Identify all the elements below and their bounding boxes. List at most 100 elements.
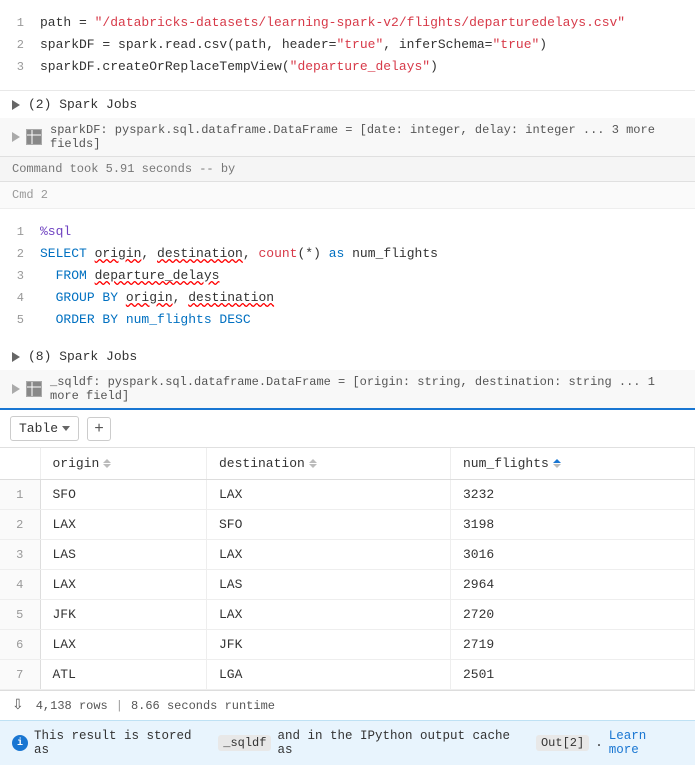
- table-row: 6LAXJFK2719: [0, 630, 695, 660]
- code-string: "/databricks-datasets/learning-spark-v2/…: [95, 15, 626, 30]
- rows-count: 4,138 rows: [36, 699, 108, 713]
- cell-num-flights: 2720: [450, 600, 694, 630]
- cell-origin: SFO: [40, 480, 206, 510]
- code-plain: , inferSchema=: [383, 37, 492, 52]
- info-bar: i This result is stored as _sqldf and in…: [0, 720, 695, 765]
- code-lines-2: 1 %sql 2 SELECT origin, destination, cou…: [0, 217, 695, 335]
- cell-rownum: 2: [0, 510, 40, 540]
- cell-rownum: 5: [0, 600, 40, 630]
- sql-line-num-3: 3: [0, 266, 40, 286]
- cell-origin: LAX: [40, 510, 206, 540]
- cell-destination: SFO: [206, 510, 450, 540]
- sql-content-2: SELECT origin, destination, count(*) as …: [40, 244, 695, 264]
- cell-rownum: 3: [0, 540, 40, 570]
- sql-line-1: 1 %sql: [0, 221, 695, 243]
- schema-expand-icon-1[interactable]: [12, 132, 20, 142]
- code-line-1: 1 path = "/databricks-datasets/learning-…: [0, 12, 695, 34]
- code-line-3: 3 sparkDF.createOrReplaceTempView("depar…: [0, 56, 695, 78]
- info-prefix: This result is stored as: [34, 729, 212, 757]
- table-toolbar: Table +: [0, 410, 695, 448]
- cell-destination: LAS: [206, 570, 450, 600]
- table-body: 1SFOLAX32322LAXSFO31983LASLAX30164LAXLAS…: [0, 480, 695, 690]
- code-string: "true": [492, 37, 539, 52]
- sql-line-4: 4 GROUP BY origin, destination: [0, 287, 695, 309]
- expand-icon-2: [12, 352, 20, 362]
- th-num-flights[interactable]: num_flights: [450, 448, 694, 480]
- table-view-dropdown[interactable]: Table: [10, 416, 79, 441]
- code-plain: sparkDF.createOrReplaceTempView(: [40, 59, 290, 74]
- table-row: 1SFOLAX3232: [0, 480, 695, 510]
- info-cache-ref: Out[2]: [536, 735, 589, 751]
- table-row: 5JFKLAX2720: [0, 600, 695, 630]
- th-destination[interactable]: destination: [206, 448, 450, 480]
- command-took-text: Command took 5.91 seconds -- by: [12, 162, 235, 176]
- schema-expand-icon-2[interactable]: [12, 384, 20, 394]
- table-row: 3LASLAX3016: [0, 540, 695, 570]
- sql-magic: %sql: [40, 224, 71, 239]
- sql-count: ,: [243, 246, 259, 261]
- code-plain: sparkDF = spark.read.csv(path, header=: [40, 37, 336, 52]
- sql-comma: ,: [141, 246, 157, 261]
- sql-groupby-dest: destination: [188, 290, 274, 305]
- cell-rownum: 7: [0, 660, 40, 690]
- sql-line-num-4: 4: [0, 288, 40, 308]
- cell-destination: LGA: [206, 660, 450, 690]
- code-line-2: 2 sparkDF = spark.read.csv(path, header=…: [0, 34, 695, 56]
- sql-line-5: 5 ORDER BY num_flights DESC: [0, 309, 695, 331]
- download-icon[interactable]: ⇩: [12, 697, 24, 714]
- spark-jobs-label-1: (2) Spark Jobs: [28, 97, 137, 112]
- info-suffix: .: [595, 736, 603, 750]
- sql-content-1: %sql: [40, 222, 695, 242]
- rows-footer: ⇩ 4,138 rows | 8.66 seconds runtime: [0, 690, 695, 720]
- sql-kw-orderby: ORDER BY num_flights DESC: [56, 312, 251, 327]
- cell-num-flights: 2964: [450, 570, 694, 600]
- code-plain: ): [539, 37, 547, 52]
- table-label: Table: [19, 421, 58, 436]
- spark-jobs-row-2[interactable]: (8) Spark Jobs: [0, 343, 695, 370]
- cell-num-flights: 2501: [450, 660, 694, 690]
- sql-col-origin: origin: [95, 246, 142, 261]
- schema-text-1: sparkDF: pyspark.sql.dataframe.DataFrame…: [50, 123, 683, 151]
- add-view-button[interactable]: +: [87, 417, 111, 441]
- table-row: 2LAXSFO3198: [0, 510, 695, 540]
- schema-row-2: _sqldf: pyspark.sql.dataframe.DataFrame …: [0, 370, 695, 408]
- schema-row-1: sparkDF: pyspark.sql.dataframe.DataFrame…: [0, 118, 695, 156]
- info-middle: and in the IPython output cache as: [277, 729, 530, 757]
- sql-line-num-5: 5: [0, 310, 40, 330]
- code-content-3: sparkDF.createOrReplaceTempView("departu…: [40, 57, 695, 77]
- spark-jobs-label-2: (8) Spark Jobs: [28, 349, 137, 364]
- line-num-3: 3: [0, 57, 40, 77]
- sql-as: as: [329, 246, 345, 261]
- schema-text-2: _sqldf: pyspark.sql.dataframe.DataFrame …: [50, 375, 683, 403]
- th-origin[interactable]: origin: [40, 448, 206, 480]
- sql-content-4: GROUP BY origin, destination: [40, 288, 695, 308]
- sort-icon-num-flights: [553, 459, 561, 469]
- data-table-container: origin destination: [0, 448, 695, 690]
- learn-more-link[interactable]: Learn more: [609, 729, 683, 757]
- code-content-1: path = "/databricks-datasets/learning-sp…: [40, 13, 695, 33]
- table-section: Table + origin: [0, 408, 695, 720]
- footer-separator: |: [112, 699, 127, 713]
- th-destination-label: destination: [219, 456, 305, 471]
- sql-kw-select: SELECT: [40, 246, 95, 261]
- cell-destination: LAX: [206, 600, 450, 630]
- cell-origin: ATL: [40, 660, 206, 690]
- sort-icon-destination: [309, 459, 317, 469]
- sql-comma2: ,: [173, 290, 189, 305]
- spark-jobs-row-1[interactable]: (2) Spark Jobs: [0, 91, 695, 118]
- sql-line-num-2: 2: [0, 244, 40, 264]
- line-num-2: 2: [0, 35, 40, 55]
- cell-origin: JFK: [40, 600, 206, 630]
- data-table: origin destination: [0, 448, 695, 690]
- th-origin-label: origin: [53, 456, 100, 471]
- table-icon-2: [26, 381, 42, 397]
- sql-kw-groupby: GROUP BY: [56, 290, 126, 305]
- cell-rownum: 4: [0, 570, 40, 600]
- sql-line-num-1: 1: [0, 222, 40, 242]
- cell-rownum: 1: [0, 480, 40, 510]
- sql-alias: num_flights: [344, 246, 438, 261]
- sql-fn-count: count: [258, 246, 297, 261]
- cell-origin: LAS: [40, 540, 206, 570]
- th-num-flights-label: num_flights: [463, 456, 549, 471]
- runtime-text: 8.66 seconds runtime: [131, 699, 275, 713]
